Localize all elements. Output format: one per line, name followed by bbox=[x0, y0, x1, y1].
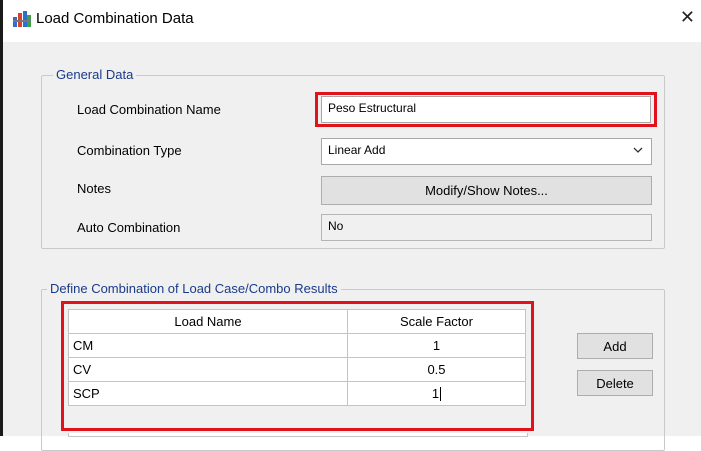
chevron-down-icon bbox=[633, 147, 643, 153]
combination-type-value: Linear Add bbox=[328, 143, 386, 157]
scale-factor-cell[interactable]: 0.5 bbox=[347, 357, 526, 382]
close-icon[interactable]: ✕ bbox=[680, 8, 695, 26]
load-name-cell[interactable]: CV bbox=[68, 357, 348, 382]
load-name-cell[interactable]: SCP bbox=[68, 381, 348, 406]
table-row[interactable]: CM 1 bbox=[68, 333, 526, 358]
combination-type-label: Combination Type bbox=[77, 143, 182, 158]
load-combination-table[interactable]: Load Name Scale Factor CM 1 CV 0.5 SCP 1 bbox=[68, 309, 526, 406]
scale-factor-edit-value[interactable]: 1 bbox=[432, 386, 439, 401]
table-header-row: Load Name Scale Factor bbox=[68, 309, 526, 334]
modify-show-notes-button[interactable]: Modify/Show Notes... bbox=[321, 176, 652, 205]
app-icon bbox=[13, 11, 31, 27]
table-row[interactable]: SCP 1 bbox=[68, 381, 526, 406]
window-title: Load Combination Data bbox=[36, 10, 194, 27]
auto-combination-label: Auto Combination bbox=[77, 220, 181, 235]
scale-factor-cell[interactable]: 1 bbox=[347, 333, 526, 358]
scale-factor-edit-cell[interactable]: 1 bbox=[347, 381, 526, 406]
delete-button[interactable]: Delete bbox=[577, 370, 653, 396]
define-combination-title: Define Combination of Load Case/Combo Re… bbox=[47, 281, 341, 296]
dialog-body: General Data Load Combination Name Peso … bbox=[3, 42, 701, 451]
text-cursor bbox=[440, 387, 442, 402]
column-header-load-name[interactable]: Load Name bbox=[68, 309, 348, 334]
combination-name-input[interactable]: Peso Estructural bbox=[321, 96, 651, 123]
general-data-title: General Data bbox=[53, 67, 137, 82]
combination-type-select[interactable]: Linear Add bbox=[321, 138, 652, 165]
combination-name-label: Load Combination Name bbox=[77, 102, 221, 117]
notes-label: Notes bbox=[77, 181, 111, 196]
auto-combination-value: No bbox=[321, 214, 652, 241]
load-name-cell[interactable]: CM bbox=[68, 333, 348, 358]
table-scroll-area bbox=[68, 433, 528, 437]
table-row[interactable]: CV 0.5 bbox=[68, 357, 526, 382]
column-header-scale-factor[interactable]: Scale Factor bbox=[347, 309, 526, 334]
title-bar: Load Combination Data ✕ bbox=[3, 0, 701, 42]
add-button[interactable]: Add bbox=[577, 333, 653, 359]
